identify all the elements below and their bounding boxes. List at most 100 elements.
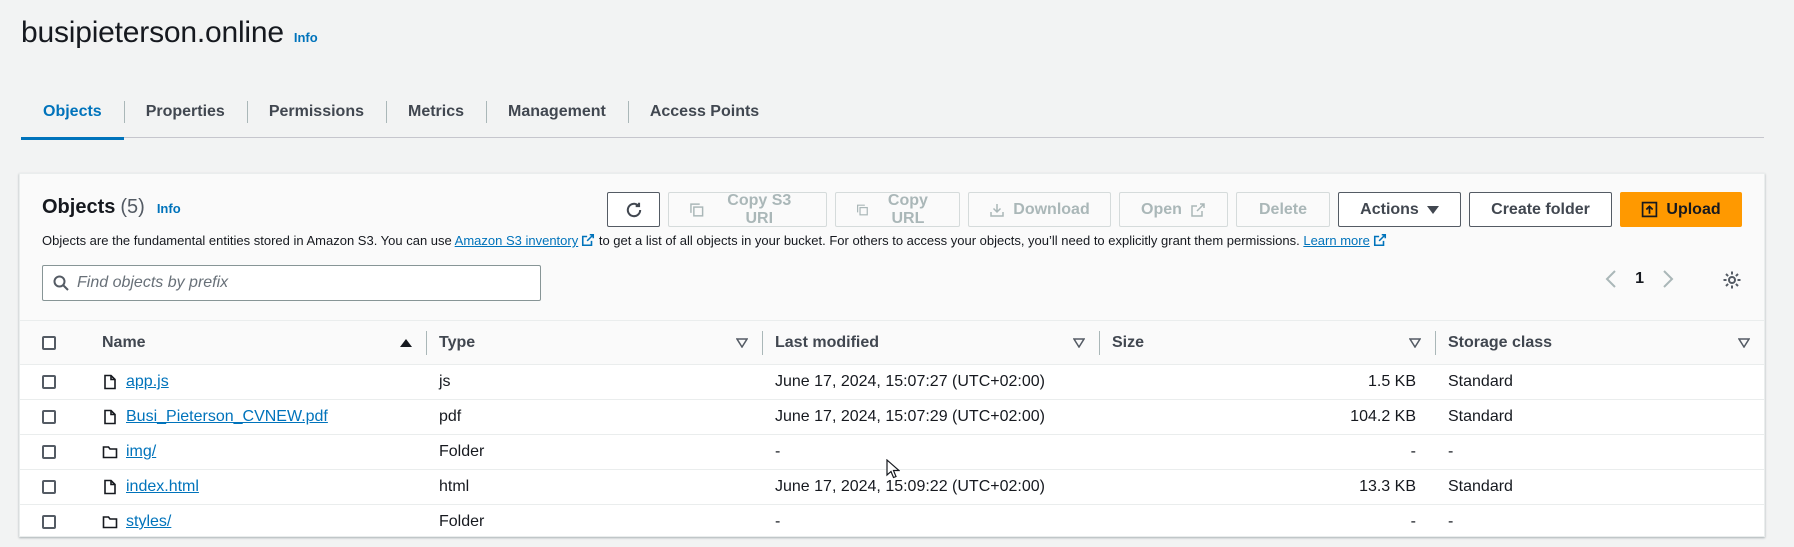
refresh-button[interactable] bbox=[607, 192, 660, 227]
object-size: - bbox=[1410, 443, 1416, 460]
tab-properties[interactable]: Properties bbox=[123, 86, 247, 138]
object-storage-class: Standard bbox=[1448, 478, 1513, 495]
column-header-storage-class[interactable]: Storage class bbox=[1436, 331, 1764, 355]
object-last-modified: - bbox=[775, 513, 781, 530]
file-icon bbox=[104, 479, 116, 495]
open-button[interactable]: Open bbox=[1119, 192, 1228, 227]
panel-title: Objects bbox=[42, 196, 116, 218]
description-text-1: Objects are the fundamental entities sto… bbox=[42, 233, 455, 248]
download-icon bbox=[990, 203, 1005, 217]
object-type: Folder bbox=[439, 513, 485, 530]
gear-icon bbox=[1723, 271, 1741, 289]
download-label: Download bbox=[1013, 200, 1090, 218]
tab-bar: Objects Properties Permissions Metrics M… bbox=[21, 86, 1764, 140]
copy-s3-uri-button[interactable]: Copy S3 URI bbox=[668, 192, 827, 227]
column-header-last-modified[interactable]: Last modified bbox=[763, 330, 1100, 355]
tab-metrics[interactable]: Metrics bbox=[385, 86, 486, 138]
objects-panel: Objects (5) Info Copy S3 URI Copy URL Do… bbox=[19, 173, 1765, 537]
actions-label: Actions bbox=[1360, 200, 1419, 218]
folder-icon bbox=[102, 446, 118, 459]
object-storage-class: - bbox=[1448, 513, 1454, 530]
object-size: 1.5 KB bbox=[1367, 373, 1416, 390]
row-checkbox[interactable] bbox=[42, 445, 56, 459]
copy-icon bbox=[857, 204, 868, 215]
object-last-modified: June 17, 2024, 15:07:29 (UTC+02:00) bbox=[775, 408, 1045, 425]
learn-more-link[interactable]: Learn more bbox=[1303, 233, 1369, 248]
description-text-2: to get a list of all objects in your buc… bbox=[595, 233, 1304, 248]
object-size: 104.2 KB bbox=[1350, 408, 1416, 425]
select-all-checkbox[interactable] bbox=[42, 335, 56, 350]
upload-icon bbox=[1642, 201, 1658, 218]
upload-button[interactable]: Upload bbox=[1620, 192, 1742, 227]
row-checkbox[interactable] bbox=[42, 515, 56, 529]
table-row[interactable]: styles/ Folder - - - bbox=[20, 505, 1764, 536]
panel-description: Objects are the fundamental entities sto… bbox=[42, 233, 1387, 248]
copy-s3-uri-label: Copy S3 URI bbox=[727, 191, 792, 227]
search-input[interactable] bbox=[77, 274, 517, 292]
create-folder-button[interactable]: Create folder bbox=[1469, 192, 1612, 227]
delete-button[interactable]: Delete bbox=[1236, 192, 1330, 227]
object-storage-class: Standard bbox=[1448, 373, 1513, 390]
page-header: busipieterson.online Info bbox=[21, 16, 318, 50]
tab-access-points[interactable]: Access Points bbox=[627, 86, 781, 138]
table-row[interactable]: Busi_Pieterson_CVNEW.pdf pdf June 17, 20… bbox=[20, 400, 1764, 435]
table-settings-button[interactable] bbox=[1722, 270, 1742, 295]
object-size: - bbox=[1410, 513, 1416, 530]
pagination: 1 bbox=[1605, 270, 1674, 288]
sort-icon bbox=[1409, 337, 1421, 348]
column-header-name[interactable]: Name bbox=[90, 330, 427, 355]
row-checkbox[interactable] bbox=[42, 375, 56, 389]
objects-table: Name Type Last modified Size Storage cla… bbox=[20, 320, 1764, 536]
actions-dropdown[interactable]: Actions bbox=[1338, 192, 1461, 227]
search-icon bbox=[53, 275, 69, 291]
chevron-right-icon[interactable] bbox=[1662, 270, 1674, 288]
chevron-left-icon[interactable] bbox=[1605, 270, 1617, 288]
refresh-icon bbox=[626, 202, 641, 217]
object-type: html bbox=[439, 478, 470, 495]
sort-ascending-icon bbox=[400, 338, 412, 347]
s3-inventory-link[interactable]: Amazon S3 inventory bbox=[455, 233, 579, 248]
current-page[interactable]: 1 bbox=[1635, 270, 1644, 288]
object-type: js bbox=[439, 373, 451, 390]
objects-toolbar: Copy S3 URI Copy URL Download Open Delet… bbox=[607, 192, 1742, 227]
row-checkbox[interactable] bbox=[42, 480, 56, 494]
create-folder-label: Create folder bbox=[1491, 200, 1590, 218]
object-name-link[interactable]: img/ bbox=[126, 443, 156, 461]
panel-info-link[interactable]: Info bbox=[157, 201, 181, 216]
object-size: 13.3 KB bbox=[1359, 478, 1416, 495]
copy-url-button[interactable]: Copy URL bbox=[835, 192, 960, 227]
object-name-link[interactable]: app.js bbox=[126, 373, 169, 391]
open-label: Open bbox=[1141, 200, 1182, 218]
object-count: (5) bbox=[120, 196, 145, 218]
object-name-link[interactable]: Busi_Pieterson_CVNEW.pdf bbox=[126, 408, 328, 426]
external-link-icon bbox=[1191, 202, 1205, 217]
row-checkbox[interactable] bbox=[42, 410, 56, 424]
object-type: pdf bbox=[439, 408, 462, 425]
column-header-type[interactable]: Type bbox=[427, 330, 763, 355]
external-link-icon bbox=[1373, 233, 1386, 247]
object-last-modified: June 17, 2024, 15:07:27 (UTC+02:00) bbox=[775, 373, 1045, 390]
sort-icon bbox=[736, 337, 748, 348]
header-info-link[interactable]: Info bbox=[294, 30, 318, 45]
mouse-cursor-icon bbox=[886, 459, 900, 479]
object-last-modified: - bbox=[775, 443, 781, 460]
object-name-link[interactable]: styles/ bbox=[126, 513, 171, 531]
table-row[interactable]: app.js js June 17, 2024, 15:07:27 (UTC+0… bbox=[20, 365, 1764, 400]
file-icon bbox=[104, 374, 116, 390]
external-link-icon bbox=[582, 233, 595, 247]
sort-icon bbox=[1738, 337, 1750, 348]
object-storage-class: Standard bbox=[1448, 408, 1513, 425]
search-box bbox=[42, 265, 541, 301]
tab-objects[interactable]: Objects bbox=[21, 86, 124, 140]
download-button[interactable]: Download bbox=[968, 192, 1111, 227]
delete-label: Delete bbox=[1258, 200, 1308, 218]
object-name-link[interactable]: index.html bbox=[126, 478, 199, 496]
tab-permissions[interactable]: Permissions bbox=[246, 86, 386, 138]
panel-header: Objects (5) Info bbox=[42, 196, 181, 219]
tab-management[interactable]: Management bbox=[486, 86, 628, 138]
page-title: busipieterson.online bbox=[21, 16, 284, 49]
sort-icon bbox=[1073, 337, 1085, 348]
copy-icon bbox=[690, 202, 704, 217]
column-header-size[interactable]: Size bbox=[1100, 330, 1436, 355]
upload-label: Upload bbox=[1666, 200, 1721, 218]
